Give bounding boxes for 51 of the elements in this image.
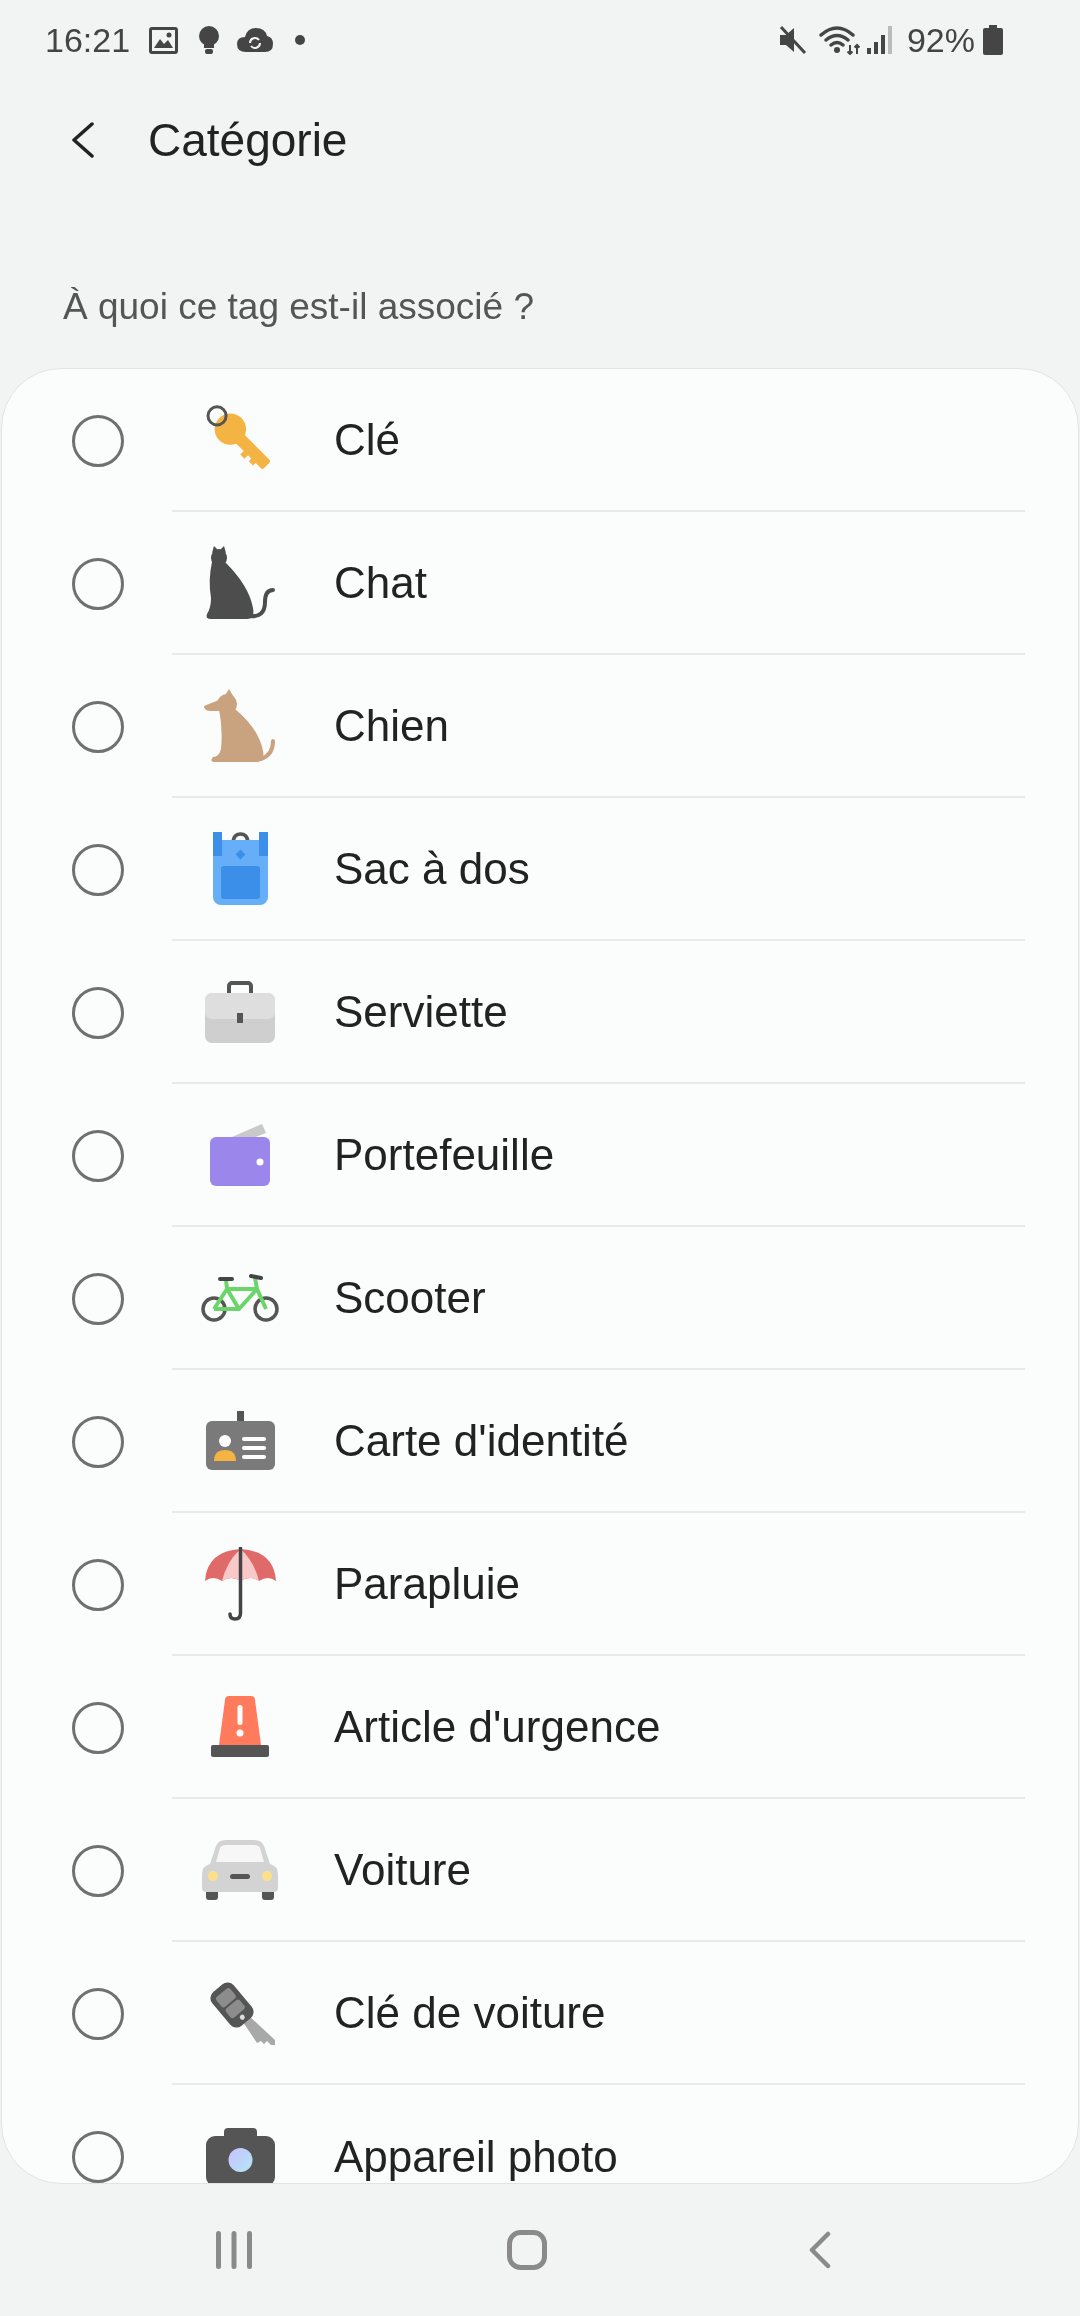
- category-label: Chat: [334, 557, 427, 608]
- radio-button[interactable]: [72, 2130, 124, 2183]
- backpack-icon: [212, 832, 268, 905]
- radio-button[interactable]: [72, 843, 124, 896]
- lightbulb-icon: [198, 26, 221, 54]
- radio-button[interactable]: [72, 1272, 124, 1325]
- dog-icon: [203, 689, 277, 762]
- category-label: Appareil photo: [334, 2131, 618, 2182]
- back-icon[interactable]: [70, 122, 95, 158]
- cloud-sync-icon: [237, 28, 274, 52]
- car-icon: [202, 1839, 278, 1900]
- category-label: Voiture: [334, 1844, 471, 1895]
- radio-button[interactable]: [72, 1129, 124, 1182]
- radio-button[interactable]: [72, 1701, 124, 1754]
- radio-button[interactable]: [72, 1987, 124, 2040]
- category-label: Serviette: [334, 986, 508, 1037]
- page-title: Catégorie: [148, 113, 348, 168]
- radio-button[interactable]: [72, 1415, 124, 1468]
- radio-button[interactable]: [72, 1844, 124, 1897]
- battery-icon: [983, 25, 1003, 55]
- status-time: 16:21: [45, 20, 131, 60]
- umbrella-icon: [204, 1546, 276, 1621]
- battery-percentage: 92%: [906, 20, 975, 60]
- category-label: Chien: [334, 700, 449, 751]
- radio-button[interactable]: [72, 700, 124, 753]
- category-label: Portefeuille: [334, 1129, 555, 1180]
- mute-icon: [777, 25, 807, 55]
- radio-button[interactable]: [72, 1558, 124, 1611]
- bicycle-icon: [201, 1272, 279, 1323]
- category-label: Parapluie: [334, 1558, 520, 1609]
- category-label: Sac à dos: [334, 843, 530, 894]
- camera-icon: [205, 2127, 275, 2183]
- category-label: Scooter: [334, 1272, 486, 1323]
- home-icon[interactable]: [507, 2230, 547, 2270]
- radio-button[interactable]: [72, 557, 124, 610]
- notification-dot-icon: [295, 35, 306, 45]
- radio-button[interactable]: [72, 414, 124, 467]
- recent-apps-icon[interactable]: [216, 2231, 252, 2269]
- wallet-icon: [210, 1123, 270, 1186]
- warning-light-icon: [211, 1696, 269, 1757]
- category-label: Article d'urgence: [334, 1701, 661, 1752]
- signal-icon: [866, 26, 893, 54]
- image-icon: [149, 26, 179, 54]
- wifi-icon: [818, 25, 860, 55]
- question-text: À quoi ce tag est-il associé ?: [63, 286, 534, 327]
- radio-button[interactable]: [72, 986, 124, 1039]
- category-label: Carte d'identité: [334, 1415, 629, 1466]
- category-label: Clé: [334, 414, 401, 465]
- briefcase-icon: [205, 980, 275, 1043]
- id-card-icon: [205, 1411, 275, 1470]
- category-label: Clé de voiture: [334, 1987, 606, 2038]
